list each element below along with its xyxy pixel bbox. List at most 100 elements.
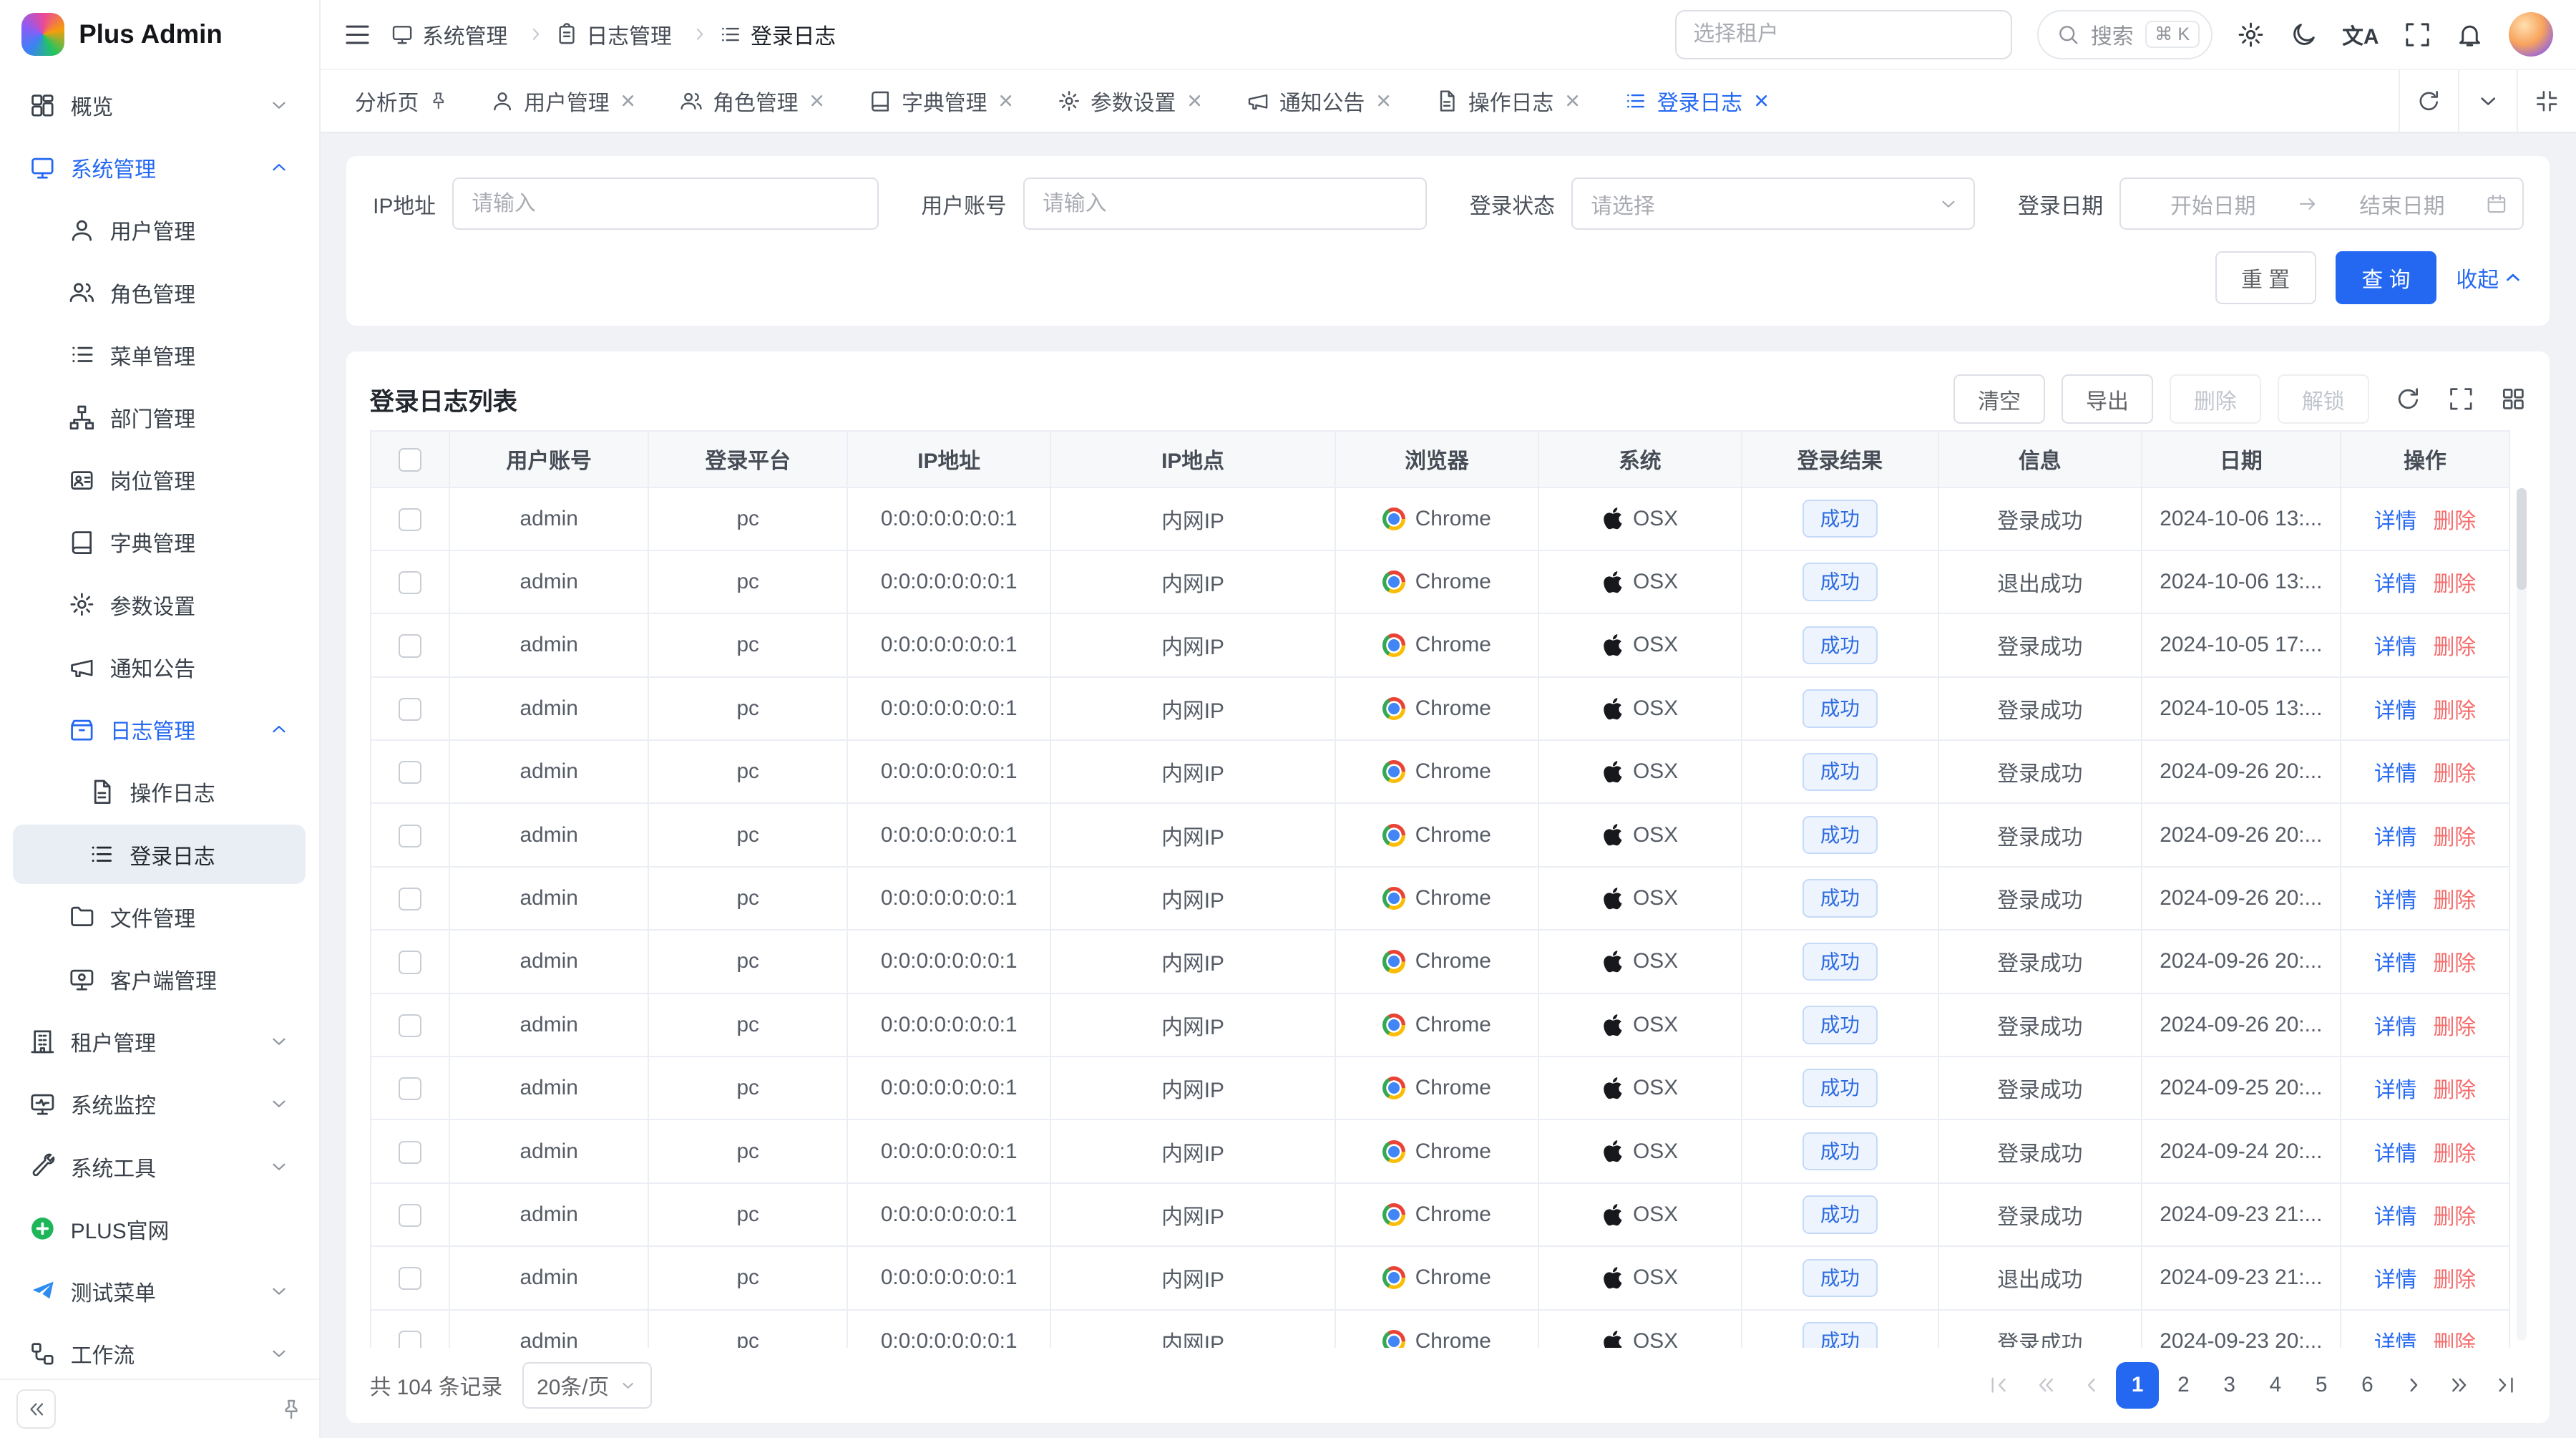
sidebar-item[interactable]: 文件管理 xyxy=(13,887,306,946)
row-checkbox[interactable] xyxy=(399,1267,421,1290)
row-checkbox[interactable] xyxy=(399,825,421,847)
row-checkbox[interactable] xyxy=(399,634,421,657)
tab[interactable]: 角色管理 xyxy=(658,70,847,131)
tenant-select-input[interactable] xyxy=(1675,10,2012,59)
fullscreen-button[interactable] xyxy=(2404,21,2431,49)
language-switch-button[interactable]: 文A xyxy=(2342,19,2379,50)
sidebar-item[interactable]: 部门管理 xyxy=(13,388,306,447)
sidebar-item[interactable]: 菜单管理 xyxy=(13,325,306,384)
row-checkbox[interactable] xyxy=(399,508,421,531)
sidebar-item[interactable]: 操作日志 xyxy=(13,762,306,822)
global-search-button[interactable]: 搜索 ⌘ K xyxy=(2037,10,2212,59)
row-checkbox[interactable] xyxy=(399,1014,421,1037)
sidebar-item[interactable]: 字典管理 xyxy=(13,512,306,572)
table-fullscreen-button[interactable] xyxy=(2448,386,2474,412)
row-checkbox[interactable] xyxy=(399,1331,421,1348)
page-number-button[interactable]: 4 xyxy=(2254,1362,2297,1408)
tab[interactable]: 通知公告 xyxy=(1225,70,1414,131)
close-icon[interactable] xyxy=(997,92,1015,110)
detail-link[interactable]: 详情 xyxy=(2374,952,2417,976)
tab[interactable]: 字典管理 xyxy=(847,70,1036,131)
page-number-button[interactable]: 6 xyxy=(2346,1362,2389,1408)
sidebar-item[interactable]: 岗位管理 xyxy=(13,450,306,510)
date-range-picker[interactable]: 开始日期 结束日期 xyxy=(2119,178,2523,230)
sidebar-item[interactable]: 系统管理 xyxy=(13,138,306,198)
breadcrumb-item[interactable]: 系统管理 xyxy=(391,19,555,50)
detail-link[interactable]: 详情 xyxy=(2374,762,2417,786)
row-delete-link[interactable]: 删除 xyxy=(2433,510,2476,533)
breadcrumb-item[interactable]: 登录日志 xyxy=(719,19,836,50)
detail-link[interactable]: 详情 xyxy=(2374,510,2417,533)
sidebar-collapse-button[interactable] xyxy=(16,1389,56,1429)
detail-link[interactable]: 详情 xyxy=(2374,1079,2417,1102)
sidebar-item[interactable]: 日志管理 xyxy=(13,700,306,759)
row-delete-link[interactable]: 删除 xyxy=(2433,1142,2476,1166)
settings-button[interactable] xyxy=(2237,21,2265,49)
close-icon[interactable] xyxy=(1563,92,1581,110)
page-number-button[interactable]: 5 xyxy=(2300,1362,2343,1408)
sidebar-item[interactable]: 用户管理 xyxy=(13,200,306,260)
close-icon[interactable] xyxy=(1186,92,1204,110)
unlock-button[interactable]: 解锁 xyxy=(2278,374,2369,424)
row-delete-link[interactable]: 删除 xyxy=(2433,636,2476,659)
last-page-button[interactable] xyxy=(2484,1362,2527,1408)
sidebar-pin-button[interactable] xyxy=(280,1398,303,1421)
detail-link[interactable]: 详情 xyxy=(2374,699,2417,723)
row-checkbox[interactable] xyxy=(399,1077,421,1100)
sidebar-item[interactable]: 系统监控 xyxy=(13,1074,306,1134)
breadcrumb-item[interactable]: 日志管理 xyxy=(555,19,719,50)
close-icon[interactable] xyxy=(808,92,826,110)
detail-link[interactable]: 详情 xyxy=(2374,1016,2417,1039)
account-input[interactable] xyxy=(1023,178,1427,230)
scrollbar-thumb[interactable] xyxy=(2517,488,2527,590)
row-delete-link[interactable]: 删除 xyxy=(2433,889,2476,913)
sidebar-item[interactable]: 系统工具 xyxy=(13,1137,306,1196)
tab[interactable]: 登录日志 xyxy=(1603,70,1792,131)
page-number-button[interactable]: 3 xyxy=(2208,1362,2251,1408)
prev-page-button[interactable] xyxy=(2070,1362,2113,1408)
row-delete-link[interactable]: 删除 xyxy=(2433,1268,2476,1292)
tab-more-dropdown-button[interactable] xyxy=(2458,70,2517,131)
close-icon[interactable] xyxy=(619,92,637,110)
row-delete-link[interactable]: 删除 xyxy=(2433,1079,2476,1102)
row-delete-link[interactable]: 删除 xyxy=(2433,826,2476,850)
row-delete-link[interactable]: 删除 xyxy=(2433,573,2476,596)
content-fullscreen-button[interactable] xyxy=(2517,70,2576,131)
row-checkbox[interactable] xyxy=(399,698,421,721)
page-size-select[interactable]: 20条/页 xyxy=(522,1362,652,1408)
row-checkbox[interactable] xyxy=(399,1204,421,1227)
sidebar-item[interactable]: 概览 xyxy=(13,76,306,135)
sidebar-item[interactable]: 参数设置 xyxy=(13,575,306,634)
tab[interactable]: 用户管理 xyxy=(470,70,659,131)
column-settings-button[interactable] xyxy=(2500,386,2527,412)
sidebar-item[interactable]: 测试菜单 xyxy=(13,1262,306,1321)
select-all-checkbox[interactable] xyxy=(399,448,421,471)
close-icon[interactable] xyxy=(1375,92,1392,110)
app-logo-row[interactable]: Plus Admin xyxy=(0,0,319,69)
sidebar-item[interactable]: 工作流 xyxy=(13,1324,306,1379)
detail-link[interactable]: 详情 xyxy=(2374,1268,2417,1292)
first-page-button[interactable] xyxy=(1978,1362,2021,1408)
dark-mode-toggle[interactable] xyxy=(2290,21,2318,49)
export-button[interactable]: 导出 xyxy=(2062,374,2153,424)
detail-link[interactable]: 详情 xyxy=(2374,1142,2417,1166)
sidebar-item[interactable]: 通知公告 xyxy=(13,638,306,697)
sidebar-item[interactable]: 角色管理 xyxy=(13,263,306,322)
detail-link[interactable]: 详情 xyxy=(2374,636,2417,659)
row-checkbox[interactable] xyxy=(399,888,421,910)
sidebar-item[interactable]: PLUS官网 xyxy=(13,1200,306,1259)
pin-icon[interactable] xyxy=(429,91,449,111)
jump-back-button[interactable] xyxy=(2024,1362,2067,1408)
tab[interactable]: 参数设置 xyxy=(1036,70,1225,131)
page-number-button[interactable]: 2 xyxy=(2162,1362,2205,1408)
row-delete-link[interactable]: 删除 xyxy=(2433,699,2476,723)
tab[interactable]: 分析页 xyxy=(333,70,469,131)
row-checkbox[interactable] xyxy=(399,571,421,594)
tab[interactable]: 操作日志 xyxy=(1414,70,1603,131)
row-delete-link[interactable]: 删除 xyxy=(2433,1016,2476,1039)
status-select[interactable]: 请选择 xyxy=(1571,178,1975,230)
ip-input[interactable] xyxy=(452,178,879,230)
table-refresh-button[interactable] xyxy=(2395,386,2421,412)
close-icon[interactable] xyxy=(1752,92,1770,110)
row-checkbox[interactable] xyxy=(399,761,421,784)
